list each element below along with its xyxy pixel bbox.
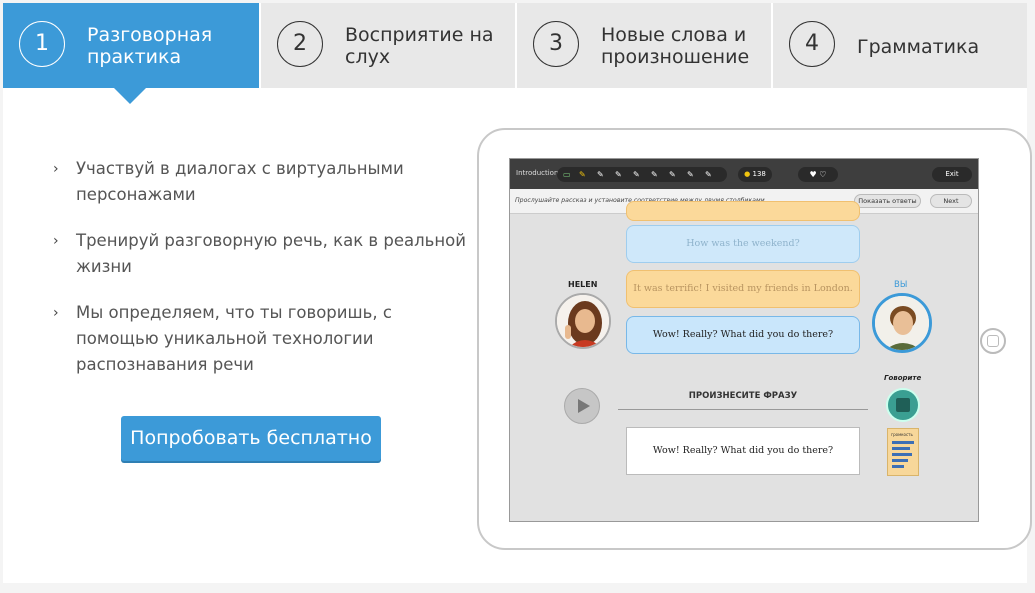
message-bubble: It was terrific! I visited my friends in… (626, 270, 860, 308)
pencil-icon[interactable]: ✎ (669, 170, 676, 179)
tab-label: Грамматика (857, 36, 980, 58)
app-screen: Introduction ▭ ✎ ✎ ✎ ✎ ✎ ✎ ✎ ✎ ● 138 ♥ ♡… (509, 158, 979, 522)
chevron-right-icon: › (53, 305, 59, 321)
chevron-right-icon: › (53, 161, 59, 177)
home-button-icon (980, 328, 1006, 354)
helen-avatar (555, 293, 611, 349)
chevron-right-icon: › (53, 233, 59, 249)
pencil-icon[interactable]: ✎ (687, 170, 694, 179)
tab-conversation-practice[interactable]: 1 Разговорная практика (3, 3, 259, 88)
tab-label: Новые слова и произношение (601, 24, 750, 68)
lesson-steps: ▭ ✎ ✎ ✎ ✎ ✎ ✎ ✎ ✎ (557, 167, 727, 182)
pencil-icon[interactable]: ✎ (633, 170, 640, 179)
tab-number: 2 (277, 21, 323, 67)
loudness-bar (892, 447, 910, 450)
pencil-icon[interactable]: ✎ (597, 170, 604, 179)
tab-number: 4 (789, 21, 835, 67)
show-answers-button[interactable]: Показать ответы (854, 194, 921, 208)
loudness-meter: громкость (887, 428, 919, 476)
feature-item: › Участвуй в диалогах с виртуальными пер… (53, 156, 473, 208)
play-button[interactable] (564, 388, 600, 424)
feature-text: Мы определяем, что ты говоришь, с помощь… (76, 303, 392, 374)
lesson-title: Introduction (516, 169, 559, 177)
speak-label: Говорите (884, 374, 922, 382)
loudness-bar (892, 465, 904, 468)
tab-label: Восприятие на слух (345, 24, 494, 68)
pencil-icon[interactable]: ✎ (579, 170, 586, 179)
speaker-name-helen: HELEN (568, 280, 598, 289)
pencil-icon[interactable]: ✎ (615, 170, 622, 179)
like-controls[interactable]: ♥ ♡ (798, 167, 838, 182)
tab-grammar[interactable]: 4 Грамматика (773, 3, 1027, 88)
loudness-bar (892, 441, 914, 444)
heart-icon[interactable]: ♥ (810, 170, 817, 179)
tab-number: 3 (533, 21, 579, 67)
active-tab-pointer (114, 88, 146, 104)
book-icon[interactable]: ▭ (563, 170, 571, 179)
feature-text: Участвуй в диалогах с виртуальными персо… (76, 159, 404, 204)
tab-vocabulary[interactable]: 3 Новые слова и произношение (517, 3, 771, 88)
coins-value: 138 (752, 170, 766, 178)
exit-button[interactable]: Exit (932, 167, 972, 182)
broken-heart-icon[interactable]: ♡ (819, 170, 826, 179)
tab-bar: 1 Разговорная практика 2 Восприятие на с… (3, 3, 1027, 88)
feature-item: › Тренируй разговорную речь, как в реаль… (53, 228, 473, 280)
next-button[interactable]: Next (930, 194, 972, 208)
feature-text: Тренируй разговорную речь, как в реально… (76, 231, 466, 276)
divider (618, 409, 868, 410)
previous-bubble (626, 201, 860, 221)
pencil-icon[interactable]: ✎ (705, 170, 712, 179)
feature-item: › Мы определяем, что ты говоришь, с помо… (53, 300, 473, 378)
try-free-button[interactable]: Попробовать бесплатно (121, 416, 381, 461)
say-phrase-label: ПРОИЗНЕСИТЕ ФРАЗУ (688, 391, 798, 401)
speaker-name-you: ВЫ (894, 280, 908, 290)
tab-label: Разговорная практика (87, 24, 213, 68)
loudness-bar (892, 453, 912, 456)
tab-number: 1 (19, 21, 65, 67)
coins-counter: ● 138 (738, 167, 772, 182)
pencil-icon[interactable]: ✎ (651, 170, 658, 179)
loudness-bar (892, 459, 908, 462)
phrase-box: Wow! Really? What did you do there? (626, 427, 860, 475)
message-bubble: How was the weekend? (626, 225, 860, 263)
loudness-label: громкость (891, 432, 913, 437)
stop-record-button[interactable] (886, 388, 920, 422)
current-message-bubble: Wow! Really? What did you do there? (626, 316, 860, 354)
user-avatar (872, 293, 932, 353)
tab-listening[interactable]: 2 Восприятие на слух (261, 3, 515, 88)
coin-icon: ● (744, 170, 751, 178)
app-toolbar: Introduction ▭ ✎ ✎ ✎ ✎ ✎ ✎ ✎ ✎ ● 138 ♥ ♡… (510, 159, 978, 189)
feature-list: › Участвуй в диалогах с виртуальными пер… (53, 156, 473, 398)
